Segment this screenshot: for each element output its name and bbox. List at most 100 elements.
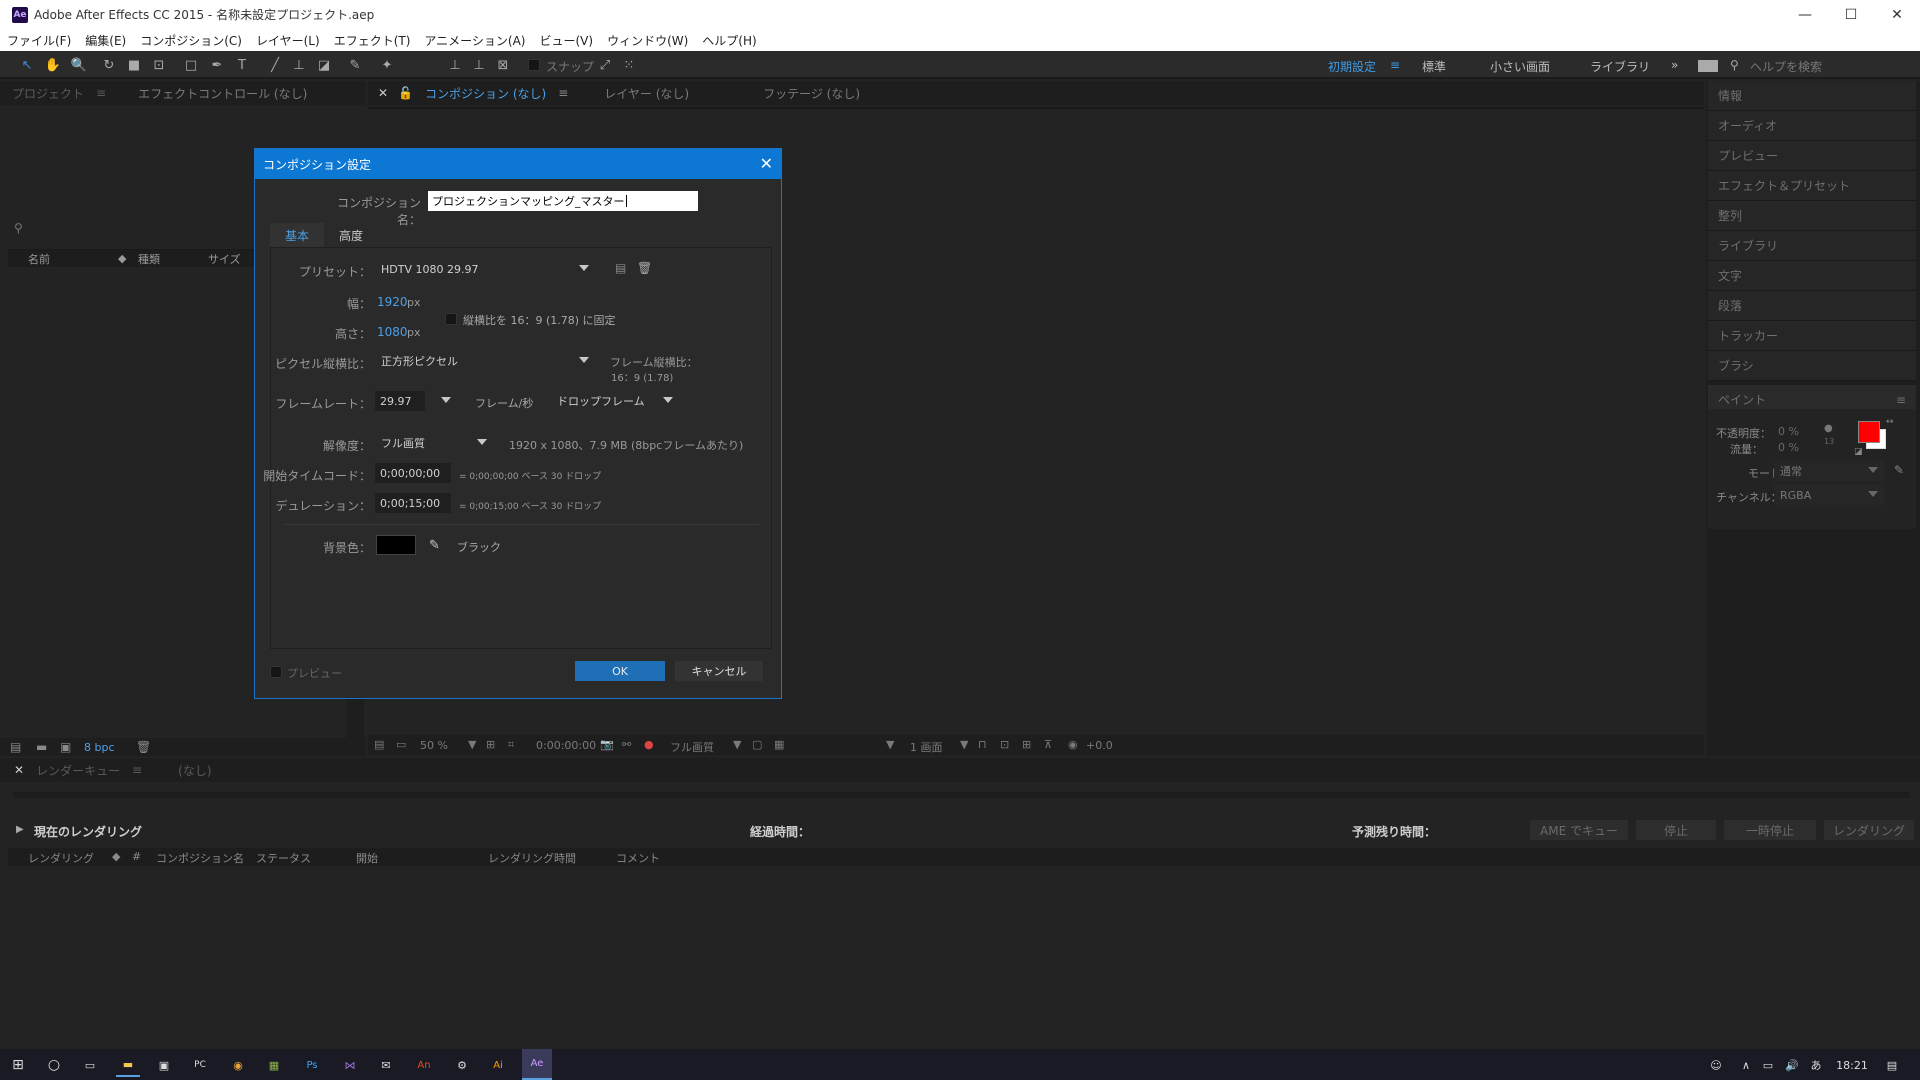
tab-footage[interactable]: フッテージ (なし) [751, 85, 872, 102]
menu-effect[interactable]: エフェクト(T) [327, 32, 418, 49]
render-button[interactable]: レンダリング [1824, 820, 1914, 840]
comp-name-input[interactable]: プロジェクションマッピング_マスター [428, 191, 698, 211]
current-time[interactable]: 0:00:00:00 [536, 739, 596, 752]
start-timecode-input[interactable]: 0;00;00;00 [375, 463, 451, 483]
camera-tool-icon[interactable]: ■ [125, 56, 143, 74]
frame-rate-input[interactable]: 29.97 [375, 391, 425, 411]
region-of-interest-icon[interactable]: ▢ [752, 738, 762, 751]
photoshop-icon[interactable]: Ps [300, 1053, 324, 1077]
menu-window[interactable]: ウィンドウ(W) [600, 32, 695, 49]
local-axis-icon[interactable]: ⊥ [446, 56, 464, 74]
column-size[interactable]: サイズ [208, 251, 241, 267]
tab-render-queue[interactable]: レンダーキュー [24, 762, 132, 779]
illustrator-icon[interactable]: Ai [486, 1053, 510, 1077]
type-tool-icon[interactable]: T [233, 56, 251, 74]
menu-composition[interactable]: コンポジション(C) [133, 32, 249, 49]
monitor-icon[interactable]: ▭ [396, 738, 406, 751]
width-value[interactable]: 1920 [377, 295, 408, 309]
resolution-arrow-icon[interactable]: ▼ [733, 738, 741, 751]
drop-frame-dropdown[interactable]: ドロップフレーム [551, 391, 679, 411]
stop-button[interactable]: 停止 [1636, 820, 1716, 840]
channel-icon[interactable]: ● [644, 738, 654, 751]
panel-audio[interactable]: オーディオ [1708, 111, 1916, 141]
eyedropper-icon-dialog[interactable]: ✎ [429, 538, 440, 553]
view-layout-dropdown[interactable]: 1 画面 [910, 739, 943, 755]
eyedropper-icon[interactable]: ✎ [1894, 463, 1904, 477]
resolution-dropdown[interactable]: フル画質 [670, 739, 714, 755]
notifications-icon[interactable]: ▤ [1880, 1053, 1904, 1077]
clone-stamp-tool-icon[interactable]: ⊥ [290, 56, 308, 74]
brush-tip-icon[interactable]: ● [1824, 423, 1833, 434]
new-folder-icon[interactable]: ▬ [36, 740, 47, 754]
panel-info[interactable]: 情報 [1708, 81, 1916, 111]
default-colors-icon[interactable]: ◪ [1854, 447, 1863, 457]
flow-value[interactable]: 0 % [1778, 441, 1799, 454]
always-preview-icon[interactable]: ▤ [374, 738, 384, 751]
column-number[interactable]: # [132, 850, 141, 863]
viewer-panel-menu-icon[interactable]: ≡ [558, 86, 568, 100]
workspace-libraries[interactable]: ライブラリ [1590, 58, 1650, 75]
minimize-button[interactable]: — [1782, 0, 1828, 29]
snapshot-icon[interactable]: 📷 [600, 738, 614, 751]
bg-color-swatch[interactable] [376, 535, 416, 555]
trash-icon[interactable]: 🗑 [136, 740, 151, 754]
animate-icon[interactable]: An [412, 1053, 436, 1077]
selection-tool-icon[interactable]: ↖ [18, 56, 36, 74]
close-window-button[interactable]: ✕ [1874, 0, 1920, 29]
zoom-dropdown[interactable]: 50 % [420, 739, 448, 752]
panel-preview[interactable]: プレビュー [1708, 141, 1916, 171]
app-icon-1[interactable]: ▦ [262, 1053, 286, 1077]
lock-icon[interactable]: 🔓 [398, 86, 413, 100]
queue-in-ame-button[interactable]: AME でキュー [1530, 820, 1628, 840]
brush-tool-icon[interactable]: ╱ [266, 56, 284, 74]
network-icon[interactable]: ▭ [1756, 1053, 1780, 1077]
eraser-tool-icon[interactable]: ◪ [315, 56, 333, 74]
close-render-tab-icon[interactable]: ✕ [14, 763, 24, 777]
flowchart-icon[interactable]: ⊼ [1044, 738, 1052, 751]
help-search-input[interactable]: ヘルプを検索 [1750, 58, 1822, 75]
mode-dropdown[interactable]: 通常 [1774, 461, 1884, 481]
preview-checkbox[interactable] [270, 666, 282, 678]
column-started[interactable]: 開始 [356, 850, 378, 866]
mask-visibility-icon[interactable]: ⌗ [508, 738, 514, 752]
panel-character[interactable]: 文字 [1708, 261, 1916, 291]
rectangle-tool-icon[interactable]: □ [182, 56, 200, 74]
new-composition-icon[interactable]: ▣ [60, 740, 71, 754]
toggle-pixel-aspect-icon[interactable]: ⊓ [978, 738, 987, 751]
after-effects-taskbar-icon[interactable]: Ae [522, 1049, 552, 1080]
store-icon[interactable]: ▣ [152, 1053, 176, 1077]
world-axis-icon[interactable]: ⊥ [470, 56, 488, 74]
menu-view[interactable]: ビュー(V) [532, 32, 600, 49]
zoom-tool-icon[interactable]: 🔍 [70, 56, 88, 74]
column-status[interactable]: ステータス [256, 850, 311, 866]
menu-edit[interactable]: 編集(E) [78, 32, 133, 49]
cancel-button[interactable]: キャンセル [675, 661, 763, 681]
swap-colors-icon[interactable]: ↔ [1886, 417, 1894, 427]
tab-layer[interactable]: レイヤー (なし) [592, 85, 701, 102]
tab-none[interactable]: (なし) [166, 762, 223, 779]
workspace-standard[interactable]: 標準 [1422, 58, 1446, 75]
foreground-color-swatch[interactable] [1858, 421, 1880, 443]
visual-studio-icon[interactable]: ⋈ [338, 1053, 362, 1077]
menu-layer[interactable]: レイヤー(L) [249, 32, 327, 49]
mail-icon[interactable]: ✉ [374, 1053, 398, 1077]
tray-expand-icon[interactable]: ∧ [1734, 1053, 1758, 1077]
pen-tool-icon[interactable]: ✒ [208, 56, 226, 74]
maximize-button[interactable]: ☐ [1828, 0, 1874, 29]
exposure-value[interactable]: +0.0 [1086, 739, 1113, 752]
snap-option-icon[interactable]: ⤢ [596, 56, 614, 74]
workspace-default[interactable]: 初期設定 [1328, 58, 1376, 75]
sync-settings-icon[interactable] [1698, 60, 1718, 72]
column-render[interactable]: レンダリング [28, 850, 94, 866]
reset-exposure-icon[interactable]: ◉ [1068, 738, 1078, 751]
tab-project[interactable]: プロジェクト [0, 85, 96, 102]
duration-input[interactable]: 0;00;15;00 [375, 493, 451, 513]
panel-tracker[interactable]: トラッカー [1708, 321, 1916, 351]
column-comp-name[interactable]: コンポジション名 [156, 850, 244, 866]
pause-button[interactable]: 一時停止 [1724, 820, 1816, 840]
file-explorer-icon[interactable]: ▬ [116, 1053, 140, 1077]
task-view-icon[interactable]: ▭ [78, 1053, 102, 1077]
preset-dropdown[interactable]: HDTV 1080 29.97 [375, 259, 595, 279]
hand-tool-icon[interactable]: ✋ [44, 56, 62, 74]
timeline-icon[interactable]: ⊞ [1022, 738, 1031, 751]
